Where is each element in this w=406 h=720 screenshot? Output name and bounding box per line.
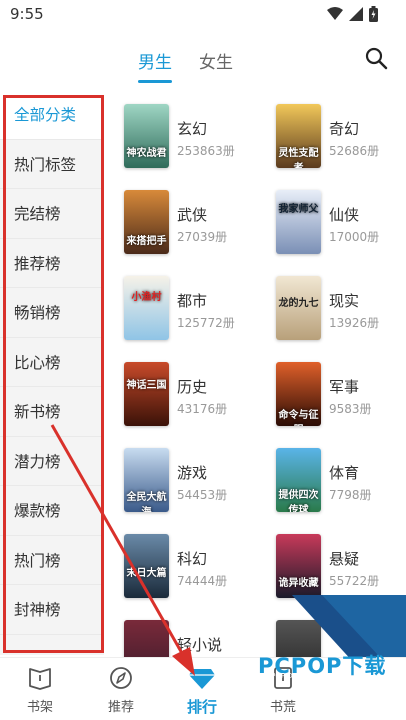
annotation-arrow (50, 424, 195, 676)
